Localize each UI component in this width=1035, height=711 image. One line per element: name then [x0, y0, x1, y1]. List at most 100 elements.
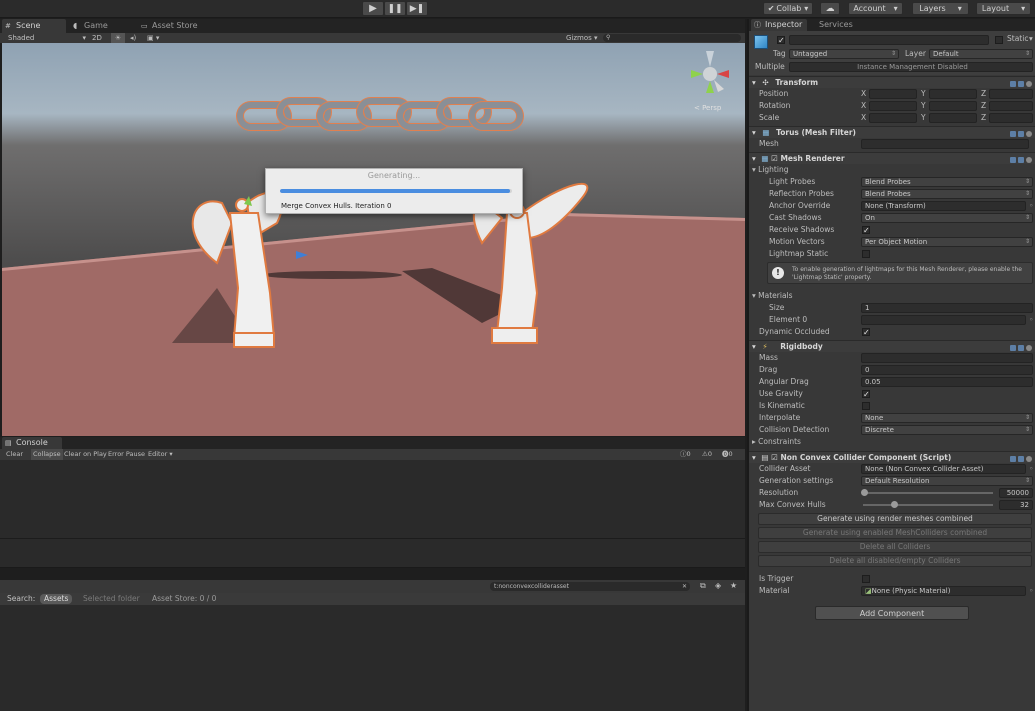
light-probes-dropdown[interactable]: Blend Probes	[861, 177, 1033, 187]
component-menu-icons[interactable]	[1008, 79, 1032, 87]
layer-dropdown[interactable]: Default	[929, 49, 1033, 59]
max-hulls-slider-track[interactable]	[863, 504, 993, 506]
object-picker-icon[interactable]: ◦	[1029, 200, 1033, 212]
collision-detection-dropdown[interactable]: Discrete	[861, 425, 1033, 435]
interpolate-dropdown[interactable]: None	[861, 413, 1033, 423]
motion-vectors-dropdown[interactable]: Per Object Motion	[861, 237, 1033, 247]
step-button[interactable]: ▶❚	[406, 1, 428, 16]
dynamic-occluded-checkbox[interactable]: ✓	[862, 328, 870, 337]
use-gravity-checkbox[interactable]: ✓	[862, 390, 870, 399]
account-dropdown[interactable]: Account ▾	[848, 2, 903, 15]
console-clear-on-play-button[interactable]: Clear on Play	[64, 449, 107, 460]
anchor-override-field[interactable]: None (Transform)	[861, 201, 1026, 211]
transform-x-field[interactable]	[869, 101, 917, 111]
component-menu-icons[interactable]	[1008, 454, 1032, 462]
rigidbody-header[interactable]: ▾ ⚡ Rigidbody	[749, 340, 1035, 352]
clear-search-icon[interactable]: ✕	[682, 582, 687, 591]
transform-x-field[interactable]	[869, 113, 917, 123]
is-trigger-checkbox[interactable]	[862, 575, 870, 583]
tab-inspector[interactable]: ⓘ Inspector	[751, 19, 807, 31]
enabled-check-icon[interactable]: ☑	[771, 453, 778, 462]
tab-services[interactable]: Services	[807, 19, 863, 31]
enabled-check-icon[interactable]: ☑	[771, 154, 778, 163]
collab-button[interactable]: ✔ Collab ▾	[763, 2, 813, 15]
tab-scene[interactable]: # Scene	[2, 19, 66, 33]
component-menu-icons[interactable]	[1008, 343, 1032, 351]
constraints-foldout[interactable]: ▸ Constraints	[749, 436, 1035, 447]
transform-z-field[interactable]	[989, 113, 1033, 123]
tab-asset-store[interactable]: ▭ Asset Store	[138, 19, 218, 33]
scope-selected-folder[interactable]: Selected folder	[83, 593, 140, 605]
audio-toggle[interactable]: ◂)	[130, 33, 136, 43]
mesh-filter-header[interactable]: ▾ ▦ Torus (Mesh Filter)	[749, 126, 1035, 138]
filter-by-label-icon[interactable]: ◈	[715, 581, 721, 590]
tab-console[interactable]: ▤ Console	[2, 437, 62, 449]
persp-label[interactable]: < Persp	[694, 104, 721, 112]
effects-dropdown[interactable]: ▣ ▾	[147, 33, 159, 43]
mesh-field[interactable]	[861, 139, 1029, 149]
add-component-button[interactable]: Add Component	[815, 606, 969, 620]
max-hulls-slider-thumb[interactable]	[891, 501, 898, 508]
drag-field[interactable]: 0	[861, 365, 1033, 375]
generate-render-meshes-button[interactable]: Generate using render meshes combined	[758, 513, 1032, 525]
cloud-button[interactable]: ☁	[820, 2, 840, 15]
is-kinematic-checkbox[interactable]	[862, 402, 870, 410]
pause-button[interactable]: ❚❚	[384, 1, 406, 16]
console-clear-button[interactable]: Clear	[6, 449, 23, 460]
object-picker-icon[interactable]: ◦	[1029, 463, 1033, 475]
transform-y-field[interactable]	[929, 113, 977, 123]
cast-shadows-dropdown[interactable]: On	[861, 213, 1033, 223]
console-error-count[interactable]: ⓿0	[722, 449, 733, 460]
generate-mesh-colliders-button[interactable]: Generate using enabled MeshColliders com…	[758, 527, 1032, 539]
transform-y-field[interactable]	[929, 101, 977, 111]
reflection-probes-dropdown[interactable]: Blend Probes	[861, 189, 1033, 199]
resolution-slider-thumb[interactable]	[861, 489, 868, 496]
lightmap-static-checkbox[interactable]	[862, 250, 870, 258]
dropdown-arrow-icon[interactable]: ▾	[1029, 34, 1033, 43]
transform-x-field[interactable]	[869, 89, 917, 99]
active-checkbox[interactable]: ✓	[777, 36, 785, 45]
tab-game[interactable]: ◖ Game	[70, 19, 134, 33]
scope-assets[interactable]: Assets	[40, 594, 73, 604]
delete-all-colliders-button[interactable]: Delete all Colliders	[758, 541, 1032, 553]
console-error-pause-button[interactable]: Error Pause	[108, 449, 145, 460]
receive-shadows-checkbox[interactable]: ✓	[862, 226, 870, 235]
element0-field[interactable]	[861, 315, 1026, 325]
materials-foldout[interactable]: ▾ Materials	[749, 290, 1035, 301]
object-picker-icon[interactable]: ◦	[1029, 585, 1033, 597]
transform-header[interactable]: ▾ ✣ Transform	[749, 76, 1035, 88]
gameobject-name-field[interactable]	[789, 35, 989, 45]
play-button[interactable]: ▶	[362, 1, 384, 16]
project-search-field[interactable]: t:nonconvexcolliderasset ✕	[490, 582, 690, 591]
console-editor-dropdown[interactable]: Editor ▾	[148, 449, 173, 460]
scope-asset-store[interactable]: Asset Store: 0 / 0	[152, 593, 216, 605]
layout-dropdown[interactable]: Layout ▾	[976, 2, 1031, 15]
layers-dropdown[interactable]: Layers ▾	[912, 2, 969, 15]
non-convex-collider-header[interactable]: ▾ ▤ ☑ Non Convex Collider Component (Scr…	[749, 451, 1035, 463]
generation-settings-dropdown[interactable]: Default Resolution	[861, 476, 1033, 486]
transform-z-field[interactable]	[989, 89, 1033, 99]
console-collapse-button[interactable]: Collapse	[31, 449, 63, 460]
lighting-toggle[interactable]: ☀	[111, 33, 125, 43]
transform-y-field[interactable]	[929, 89, 977, 99]
physic-material-field[interactable]: ◪None (Physic Material)	[861, 586, 1026, 596]
max-hulls-field[interactable]: 32	[999, 500, 1033, 510]
filter-by-type-icon[interactable]: ⧉	[700, 581, 706, 591]
console-warn-count[interactable]: ⚠0	[702, 449, 712, 460]
shading-dropdown[interactable]: Shaded ▾	[8, 33, 86, 43]
delete-disabled-colliders-button[interactable]: Delete all disabled/empty Colliders	[758, 555, 1032, 567]
gizmos-dropdown[interactable]: Gizmos ▾	[566, 33, 598, 43]
scene-search-field[interactable]: ⚲	[603, 34, 741, 42]
angular-drag-field[interactable]: 0.05	[861, 377, 1033, 387]
resolution-field[interactable]: 50000	[999, 488, 1033, 498]
favorites-icon[interactable]: ★	[730, 581, 737, 590]
collider-asset-field[interactable]: None (Non Convex Collider Asset)	[861, 464, 1026, 474]
object-picker-icon[interactable]: ◦	[1029, 314, 1033, 326]
lighting-foldout[interactable]: ▾ Lighting	[749, 164, 1035, 175]
mass-field[interactable]	[861, 353, 1033, 363]
console-info-count[interactable]: ⓘ0	[680, 449, 691, 460]
mode-2d-toggle[interactable]: 2D	[92, 33, 102, 43]
transform-z-field[interactable]	[989, 101, 1033, 111]
mesh-renderer-header[interactable]: ▾ ▦ ☑ Mesh Renderer	[749, 152, 1035, 164]
component-menu-icons[interactable]	[1008, 155, 1032, 163]
